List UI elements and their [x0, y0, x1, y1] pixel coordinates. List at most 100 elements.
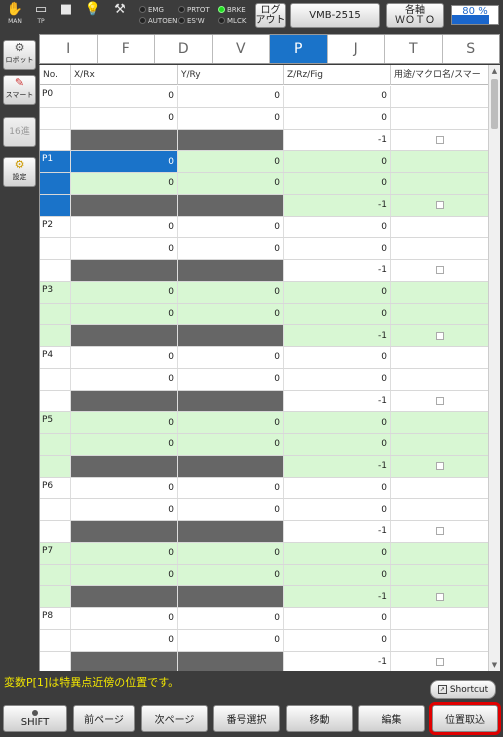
shift-button[interactable]: SHIFT: [3, 705, 67, 732]
usage-cell[interactable]: [391, 521, 489, 542]
usage-cell[interactable]: [391, 129, 489, 151]
z-value-cell[interactable]: 0: [284, 303, 391, 325]
table-row[interactable]: 000: [40, 303, 489, 326]
wrench-icon[interactable]: ⚒: [108, 2, 132, 28]
x-value-cell[interactable]: 0: [71, 281, 178, 303]
y-value-cell[interactable]: 0: [178, 434, 284, 455]
point-number-cell[interactable]: [40, 129, 71, 151]
point-number-cell[interactable]: [40, 325, 71, 346]
settings-button[interactable]: ⚙ 設定: [3, 157, 36, 187]
table-row[interactable]: P2 0 0 0: [40, 216, 489, 239]
table-row[interactable]: P4 0 0 0: [40, 347, 489, 369]
x-value-cell[interactable]: 0: [71, 151, 178, 172]
x-value-cell[interactable]: 0: [71, 629, 178, 651]
y-value-cell[interactable]: 0: [178, 368, 284, 390]
tab-t[interactable]: T: [385, 35, 443, 63]
move-button[interactable]: 移動: [286, 705, 353, 732]
table-row[interactable]: 000: [40, 368, 489, 391]
usage-cell[interactable]: [391, 651, 489, 671]
fig-value-cell[interactable]: -1: [284, 194, 391, 216]
z-value-cell[interactable]: 0: [284, 173, 391, 194]
y-value-cell[interactable]: [178, 455, 284, 477]
table-row[interactable]: 000: [40, 434, 489, 456]
table-row[interactable]: -1: [40, 521, 489, 543]
point-number-cell[interactable]: [40, 390, 71, 412]
usage-cell[interactable]: [391, 281, 489, 303]
point-number-cell[interactable]: [40, 651, 71, 671]
point-number-cell[interactable]: P8: [40, 608, 71, 629]
x-value-cell[interactable]: 0: [71, 499, 178, 520]
point-number-cell[interactable]: [40, 107, 71, 129]
x-value-cell[interactable]: [71, 390, 178, 412]
usage-cell[interactable]: [391, 477, 489, 499]
point-number-cell[interactable]: P4: [40, 347, 71, 368]
x-value-cell[interactable]: [71, 194, 178, 216]
z-value-cell[interactable]: 0: [284, 412, 391, 433]
x-value-cell[interactable]: 0: [71, 347, 178, 368]
z-value-cell[interactable]: 0: [284, 281, 391, 303]
fig-value-cell[interactable]: -1: [284, 521, 391, 542]
point-number-cell[interactable]: [40, 564, 71, 586]
point-number-cell[interactable]: [40, 586, 71, 607]
logout-button[interactable]: ログ アウト: [255, 3, 286, 28]
table-scrollbar[interactable]: ▲ ▼: [488, 65, 500, 671]
z-value-cell[interactable]: 0: [284, 542, 391, 564]
table-row[interactable]: P1 0 0 0: [40, 151, 489, 173]
usage-cell[interactable]: [391, 347, 489, 368]
usage-checkbox[interactable]: [435, 527, 444, 536]
prev-page-button[interactable]: 前ページ: [73, 705, 135, 732]
usage-cell[interactable]: [391, 260, 489, 281]
usage-cell[interactable]: [391, 194, 489, 216]
usage-cell[interactable]: [391, 586, 489, 607]
smart-button[interactable]: ✎ スマート: [3, 75, 36, 105]
scroll-thumb[interactable]: [491, 79, 498, 129]
scroll-down-icon[interactable]: ▼: [489, 659, 500, 671]
y-value-cell[interactable]: [178, 325, 284, 346]
table-row[interactable]: P8 0 0 0: [40, 608, 489, 630]
y-value-cell[interactable]: 0: [178, 86, 284, 107]
robot-button[interactable]: ⚙ ロボット: [3, 40, 36, 70]
x-value-cell[interactable]: 0: [71, 608, 178, 629]
table-row[interactable]: P0 0 0 0: [40, 86, 489, 108]
y-value-cell[interactable]: 0: [178, 347, 284, 368]
y-value-cell[interactable]: 0: [178, 303, 284, 325]
x-value-cell[interactable]: [71, 129, 178, 151]
x-value-cell[interactable]: 0: [71, 107, 178, 129]
next-page-button[interactable]: 次ページ: [141, 705, 208, 732]
fig-value-cell[interactable]: -1: [284, 129, 391, 151]
table-row[interactable]: 000: [40, 629, 489, 652]
table-row[interactable]: P5 0 0 0: [40, 412, 489, 434]
x-value-cell[interactable]: [71, 260, 178, 281]
y-value-cell[interactable]: [178, 521, 284, 542]
teach-pendant-icon[interactable]: ▭ TP: [29, 2, 53, 28]
usage-cell[interactable]: [391, 368, 489, 390]
y-value-cell[interactable]: 0: [178, 564, 284, 586]
y-value-cell[interactable]: [178, 129, 284, 151]
fig-value-cell[interactable]: -1: [284, 586, 391, 607]
usage-checkbox[interactable]: [435, 266, 444, 275]
usage-cell[interactable]: [391, 107, 489, 129]
x-value-cell[interactable]: 0: [71, 303, 178, 325]
radix-hex-button[interactable]: 16進: [3, 117, 36, 147]
y-value-cell[interactable]: 0: [178, 151, 284, 172]
tab-v[interactable]: V: [212, 35, 270, 63]
usage-cell[interactable]: [391, 412, 489, 433]
lightbulb-icon[interactable]: 💡: [81, 2, 105, 28]
robot-model-button[interactable]: VMB-2515: [290, 3, 380, 28]
table-row[interactable]: -1: [40, 651, 489, 671]
x-value-cell[interactable]: [71, 586, 178, 607]
usage-cell[interactable]: [391, 455, 489, 477]
fig-value-cell[interactable]: -1: [284, 390, 391, 412]
tab-p[interactable]: P: [270, 35, 328, 63]
fig-value-cell[interactable]: -1: [284, 260, 391, 281]
z-value-cell[interactable]: 0: [284, 477, 391, 499]
y-value-cell[interactable]: [178, 194, 284, 216]
x-value-cell[interactable]: 0: [71, 173, 178, 194]
y-value-cell[interactable]: 0: [178, 499, 284, 520]
usage-checkbox[interactable]: [435, 201, 444, 210]
table-row[interactable]: 000: [40, 173, 489, 195]
y-value-cell[interactable]: [178, 651, 284, 671]
x-value-cell[interactable]: 0: [71, 542, 178, 564]
x-value-cell[interactable]: [71, 651, 178, 671]
usage-cell[interactable]: [391, 564, 489, 586]
